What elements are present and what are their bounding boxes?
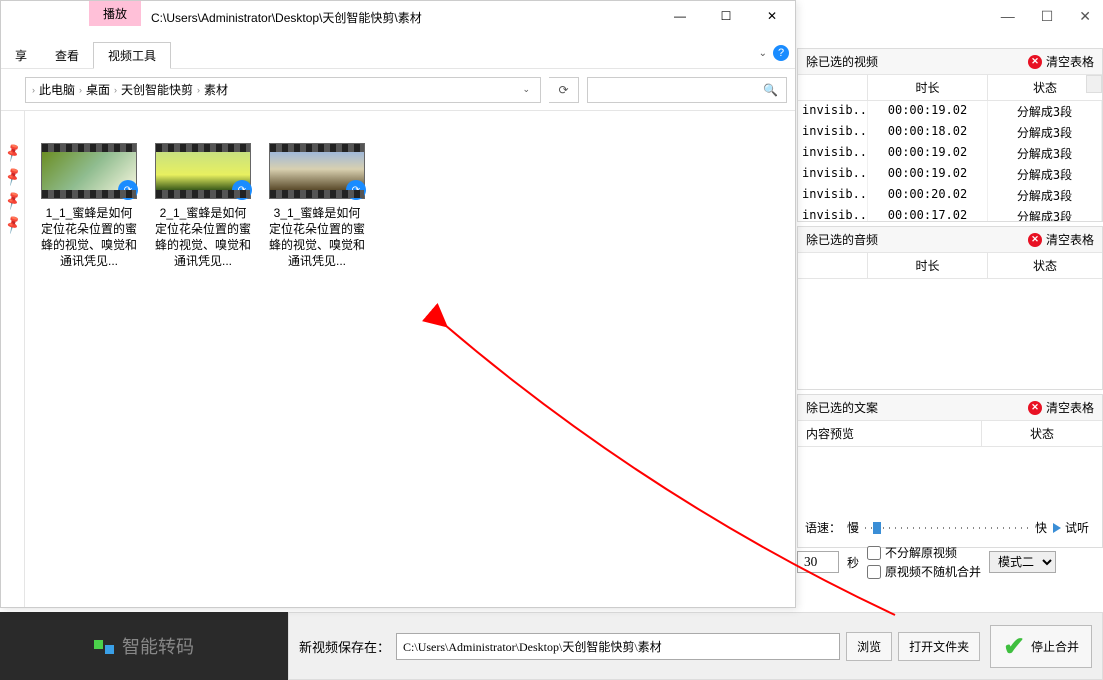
dropdown-icon[interactable]: ⌄	[522, 84, 534, 95]
video-clear-button[interactable]: ✕ 清空表格	[1028, 53, 1094, 70]
speed-label: 语速：	[805, 519, 841, 536]
speed-slider[interactable]	[865, 527, 1029, 529]
col-preview: 内容预览	[798, 421, 982, 446]
scrollbar[interactable]	[1086, 75, 1102, 93]
audio-panel-title: 除已选的音频	[806, 231, 878, 248]
bg-close-button[interactable]: ✕	[1079, 8, 1091, 25]
sync-badge-icon: ⟳	[346, 180, 366, 200]
speed-row: 语速： 慢 快 试听	[797, 513, 1097, 542]
open-folder-button[interactable]: 打开文件夹	[898, 632, 980, 661]
close-icon: ✕	[1028, 401, 1042, 415]
seconds-input[interactable]	[797, 551, 839, 573]
no-random-checkbox[interactable]: 原视频不随机合并	[867, 563, 981, 580]
options-row: 秒 不分解原视频 原视频不随机合并 模式二	[797, 544, 1097, 580]
explorer-quickaccess: 📌 📌 📌 📌	[1, 111, 25, 607]
help-icon[interactable]: ?	[773, 45, 789, 61]
chevron-right-icon: ›	[32, 85, 35, 95]
video-thumbnail: ⟳	[269, 143, 365, 199]
bg-max-button[interactable]: ☐	[1041, 8, 1054, 25]
bottom-bar: 智能转码 新视频保存在： 浏览 打开文件夹 ✔ 停止合并	[0, 612, 1103, 680]
close-icon: ✕	[1028, 55, 1042, 69]
tab-view[interactable]: 查看	[41, 43, 93, 68]
window-title-path: C:\Users\Administrator\Desktop\天创智能快剪\素材	[141, 1, 657, 26]
table-row[interactable]: invisib..00:00:18.02分解成3段	[798, 122, 1102, 143]
chevron-right-icon: ›	[79, 85, 82, 95]
table-row[interactable]: invisib..00:00:19.02分解成3段	[798, 164, 1102, 185]
file-grid: ⟳ 1_1_蜜蜂是如何定位花朵位置的蜜蜂的视觉、嗅觉和通讯凭见... ⟳ 2_1…	[25, 111, 795, 607]
file-name: 3_1_蜜蜂是如何定位花朵位置的蜜蜂的视觉、嗅觉和通讯凭见...	[269, 205, 365, 269]
col-state: 状态	[982, 421, 1102, 446]
browse-button[interactable]: 浏览	[846, 632, 892, 661]
video-thumbnail: ⟳	[155, 143, 251, 199]
explorer-close-button[interactable]: ✕	[749, 1, 795, 31]
file-name: 2_1_蜜蜂是如何定位花朵位置的蜜蜂的视觉、嗅觉和通讯凭见...	[155, 205, 251, 269]
breadcrumb[interactable]: › 此电脑 › 桌面 › 天创智能快剪 › 素材 ⌄	[25, 77, 541, 103]
table-row[interactable]: invisib..00:00:17.02分解成3段	[798, 206, 1102, 221]
col-state: 状态	[988, 253, 1102, 278]
explorer-max-button[interactable]: ☐	[703, 1, 749, 31]
file-name: 1_1_蜜蜂是如何定位花朵位置的蜜蜂的视觉、嗅觉和通讯凭见...	[41, 205, 137, 269]
col-duration: 时长	[868, 75, 988, 100]
chevron-down-icon[interactable]: ⌄	[759, 48, 767, 59]
chevron-right-icon: ›	[197, 85, 200, 95]
col-duration: 时长	[868, 253, 988, 278]
save-path-input[interactable]	[396, 633, 840, 660]
transcode-icon	[94, 638, 114, 654]
bg-min-button[interactable]: —	[1001, 8, 1015, 25]
speed-fast: 快	[1035, 519, 1047, 536]
crumb-material[interactable]: 素材	[204, 81, 228, 98]
video-panel-title: 除已选的视频	[806, 53, 878, 70]
explorer-min-button[interactable]: —	[657, 1, 703, 31]
check-icon: ✔	[1003, 631, 1025, 662]
slider-thumb[interactable]	[873, 522, 881, 534]
video-thumbnail: ⟳	[41, 143, 137, 199]
crumb-desktop[interactable]: 桌面	[86, 81, 110, 98]
play-icon	[1053, 523, 1061, 533]
tab-video-tools[interactable]: 视频工具	[93, 42, 171, 69]
seconds-unit: 秒	[847, 554, 859, 571]
transcode-button[interactable]: 智能转码	[0, 612, 288, 680]
chevron-right-icon: ›	[114, 85, 117, 95]
explorer-window: 播放 C:\Users\Administrator\Desktop\天创智能快剪…	[0, 0, 796, 608]
speed-slow: 慢	[847, 519, 859, 536]
file-item[interactable]: ⟳ 3_1_蜜蜂是如何定位花朵位置的蜜蜂的视觉、嗅觉和通讯凭见...	[269, 143, 365, 269]
video-rows: invisib..00:00:19.02分解成3段 invisib..00:00…	[798, 101, 1102, 221]
sync-badge-icon: ⟳	[232, 180, 252, 200]
try-listen-button[interactable]: 试听	[1053, 519, 1089, 536]
text-clear-button[interactable]: ✕清空表格	[1028, 399, 1094, 416]
search-input[interactable]: 🔍	[587, 77, 787, 103]
file-item[interactable]: ⟳ 1_1_蜜蜂是如何定位花朵位置的蜜蜂的视觉、嗅觉和通讯凭见...	[41, 143, 137, 269]
text-panel-title: 除已选的文案	[806, 399, 878, 416]
audio-clear-button[interactable]: ✕清空表格	[1028, 231, 1094, 248]
refresh-button[interactable]: ⟳	[549, 77, 579, 103]
no-split-checkbox[interactable]: 不分解原视频	[867, 544, 981, 561]
table-row[interactable]: invisib..00:00:19.02分解成3段	[798, 101, 1102, 122]
stop-merge-button[interactable]: ✔ 停止合并	[990, 625, 1092, 668]
mode-select[interactable]: 模式二	[989, 551, 1056, 573]
close-icon: ✕	[1028, 233, 1042, 247]
crumb-app[interactable]: 天创智能快剪	[121, 81, 193, 98]
table-row[interactable]: invisib..00:00:19.02分解成3段	[798, 143, 1102, 164]
crumb-thispc[interactable]: 此电脑	[39, 81, 75, 98]
search-icon: 🔍	[763, 83, 778, 97]
file-item[interactable]: ⟳ 2_1_蜜蜂是如何定位花朵位置的蜜蜂的视觉、嗅觉和通讯凭见...	[155, 143, 251, 269]
audio-rows	[798, 279, 1102, 389]
col-state: 状态	[988, 75, 1102, 100]
play-tab[interactable]: 播放	[89, 1, 141, 26]
tab-share[interactable]: 享	[1, 43, 41, 68]
sync-badge-icon: ⟳	[118, 180, 138, 200]
table-row[interactable]: invisib..00:00:20.02分解成3段	[798, 185, 1102, 206]
save-label: 新视频保存在：	[299, 637, 390, 656]
